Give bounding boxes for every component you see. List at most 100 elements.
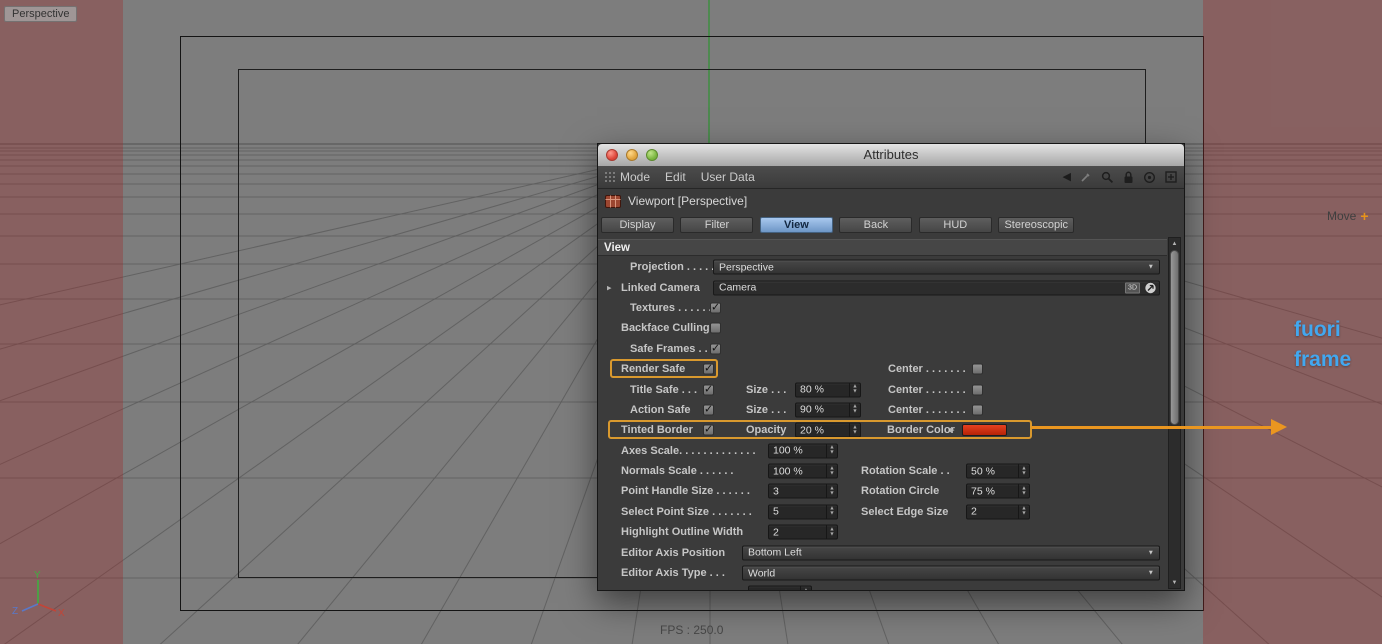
chevron-down-icon: ▼ — [1147, 263, 1154, 271]
spinner-icon[interactable]: ▲▼ — [800, 586, 811, 590]
select-edge-size-label: Select Edge Size — [861, 505, 949, 518]
highlight-outline-width-stepper[interactable]: 2 ▲ ▼ — [768, 524, 838, 540]
row-normals-scale: Normals Scale . . . . . . 100 % ▲ ▼ Rotat… — [598, 461, 1169, 481]
linked-camera-field[interactable]: Camera 3D — [713, 280, 1160, 296]
point-handle-size-stepper[interactable]: 3 ▲ ▼ — [768, 483, 838, 499]
scroll-down-icon[interactable]: ▼ — [1169, 577, 1180, 588]
annotation-arrow-line — [1031, 426, 1273, 429]
spinner-icon[interactable]: ▲▼ — [1018, 484, 1029, 498]
opacity-value: 20 % — [800, 424, 824, 437]
axes-scale-stepper[interactable]: 100 % ▲ ▼ — [768, 443, 838, 459]
section-header[interactable]: View — [598, 239, 1167, 256]
menu-user-data[interactable]: User Data — [701, 170, 755, 184]
spinner-icon[interactable]: ▲▼ — [849, 423, 860, 437]
rotation-scale-stepper[interactable]: 50 % ▲ ▼ — [966, 463, 1030, 479]
action-safe-checkbox[interactable]: ✓ — [703, 403, 714, 416]
spinner-icon[interactable]: ▲▼ — [826, 484, 837, 498]
object-picker-icon[interactable] — [1144, 281, 1157, 294]
tab-back[interactable]: Back — [839, 217, 913, 233]
select-edge-size-value: 2 — [971, 505, 977, 518]
highlight-outline-width-label: Highlight Outline Width — [621, 526, 744, 539]
border-color-swatch[interactable] — [962, 424, 1007, 437]
action-safe-size-stepper[interactable]: 90 % ▲ ▼ — [795, 402, 861, 418]
scrollbar-thumb[interactable] — [1170, 250, 1179, 425]
opacity-stepper[interactable]: 20 % ▲ ▼ — [795, 422, 861, 438]
spinner-icon[interactable]: ▲▼ — [826, 525, 837, 539]
panel-grip-icon[interactable] — [604, 171, 615, 183]
clipped-stepper[interactable]: ▲▼ — [748, 585, 812, 590]
viewport-name-label: Perspective — [4, 6, 78, 22]
safe-frames-checkbox[interactable]: ✓ — [710, 342, 721, 355]
action-safe-size-value: 90 % — [800, 403, 824, 416]
title-safe-checkbox[interactable]: ✓ — [703, 383, 714, 396]
dropper-icon[interactable] — [1080, 171, 1092, 183]
tinted-border-checkbox[interactable]: ✓ — [703, 424, 714, 436]
title-safe-size-value: 80 % — [800, 383, 824, 396]
tab-display[interactable]: Display — [601, 217, 674, 233]
title-safe-center-checkbox[interactable] — [972, 384, 983, 396]
projection-dropdown[interactable]: Perspective ▼ — [713, 259, 1160, 275]
render-safe-checkbox[interactable]: ✓ — [703, 363, 714, 375]
normals-scale-value: 100 % — [773, 465, 803, 478]
move-label: Move — [1327, 209, 1357, 223]
border-color-label: Border Color — [887, 424, 955, 437]
menu-edit[interactable]: Edit — [665, 170, 686, 184]
spinner-icon[interactable]: ▲▼ — [826, 464, 837, 478]
select-edge-size-stepper[interactable]: 2 ▲ ▼ — [966, 504, 1030, 520]
row-clipped: ▲▼ — [598, 583, 1169, 590]
title-safe-size-stepper[interactable]: 80 % ▲ ▼ — [795, 382, 861, 398]
spinner-icon[interactable]: ▲▼ — [826, 505, 837, 519]
spinner-icon[interactable]: ▲▼ — [826, 444, 837, 458]
panel-scrollbar[interactable]: ▲ ▼ — [1168, 237, 1181, 589]
chevron-down-icon: ▼ — [1147, 549, 1154, 557]
title-safe-size-label: Size . . . — [746, 383, 787, 396]
focus-target-icon[interactable] — [1143, 171, 1156, 184]
row-backface-culling: Backface Culling — [598, 318, 1169, 338]
spinner-icon[interactable]: ▲▼ — [849, 383, 860, 397]
row-axes-scale: Axes Scale. . . . . . . . . . . . . 100 … — [598, 441, 1169, 461]
spinner-icon[interactable]: ▲▼ — [1018, 464, 1029, 478]
tab-hud[interactable]: HUD — [918, 217, 992, 233]
textures-checkbox[interactable]: ✓ — [710, 301, 721, 314]
rotation-circle-value: 75 % — [971, 485, 995, 498]
editor-axis-position-value: Bottom Left — [748, 546, 802, 559]
attributes-window: Attributes Mode Edit User Data ◀ Viewpor… — [597, 143, 1185, 591]
spinner-icon[interactable]: ▲▼ — [1018, 505, 1029, 519]
tinted-border-left — [0, 0, 123, 644]
camera-3d-link-icon[interactable]: 3D — [1125, 282, 1140, 294]
expander-icon[interactable]: ▸ — [607, 282, 612, 293]
point-handle-size-value: 3 — [773, 485, 779, 498]
select-point-size-stepper[interactable]: 5 ▲ ▼ — [768, 504, 838, 520]
safe-frames-label: Safe Frames . . . — [630, 342, 714, 355]
add-panel-icon[interactable] — [1165, 171, 1177, 183]
fps-counter: FPS : 250.0 — [660, 623, 724, 637]
editor-axis-position-dropdown[interactable]: Bottom Left ▼ — [742, 545, 1160, 561]
editor-axis-type-dropdown[interactable]: World ▼ — [742, 565, 1160, 581]
window-titlebar[interactable]: Attributes — [598, 144, 1184, 167]
search-icon[interactable] — [1101, 171, 1114, 184]
scroll-up-icon[interactable]: ▲ — [1169, 238, 1180, 249]
editor-axis-position-label: Editor Axis Position — [621, 546, 726, 559]
tab-stereoscopic[interactable]: Stereoscopic — [998, 217, 1075, 233]
tab-filter[interactable]: Filter — [680, 217, 754, 233]
axis-gizmo: Y X Z — [12, 570, 65, 618]
spinner-icon[interactable]: ▲▼ — [849, 403, 860, 417]
object-header: Viewport [Perspective] — [598, 188, 1184, 214]
annotation-note: fuori frame — [1294, 315, 1351, 375]
render-safe-center-checkbox[interactable] — [972, 363, 983, 375]
linked-camera-label: Linked Camera — [621, 281, 700, 294]
rotation-circle-stepper[interactable]: 75 % ▲ ▼ — [966, 483, 1030, 499]
color-expander-icon[interactable]: ▸ — [950, 425, 955, 436]
lock-icon[interactable] — [1123, 171, 1134, 184]
panel-menubar: Mode Edit User Data ◀ — [598, 166, 1184, 189]
tab-view[interactable]: View — [759, 217, 833, 233]
normals-scale-stepper[interactable]: 100 % ▲ ▼ — [768, 463, 838, 479]
attribute-rows: Projection . . . . . . Perspective ▼ ▸ L… — [598, 257, 1169, 590]
annotation-line-1: fuori — [1294, 318, 1341, 341]
backface-culling-checkbox[interactable] — [710, 322, 721, 334]
menu-mode[interactable]: Mode — [620, 170, 650, 184]
action-safe-center-checkbox[interactable] — [972, 404, 983, 416]
window-title: Attributes — [863, 147, 919, 162]
rotation-circle-label: Rotation Circle — [861, 485, 940, 498]
history-back-icon[interactable]: ◀ — [1063, 169, 1071, 185]
